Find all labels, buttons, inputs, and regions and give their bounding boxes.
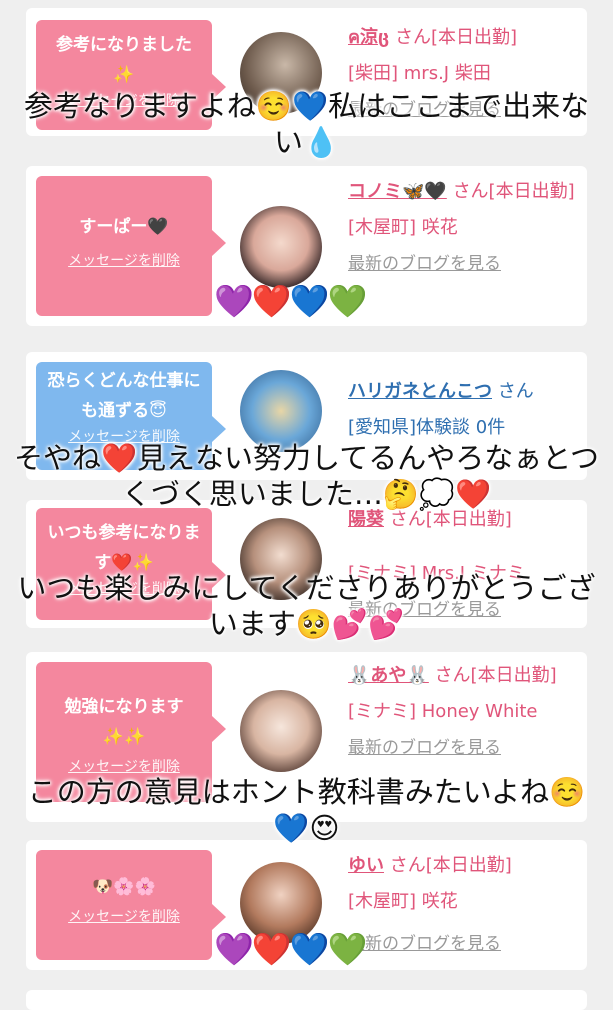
sender-name[interactable]: 🐰あや🐰 [348,665,429,686]
sender-status: さん[本日出勤] [389,509,512,530]
delete-message-link[interactable]: メッセージを削除 [44,906,204,926]
sender-name[interactable]: ค涼ც [348,27,389,48]
message-bubble: 🐶🌸🌸 メッセージを削除 [36,850,226,960]
latest-blog-link[interactable]: 最新のブログを見る [348,926,577,962]
sender-status: さん [497,381,534,402]
message-bubble: すーぱー🖤 メッセージを削除 [36,176,226,316]
delete-message-link[interactable]: メッセージを削除 [44,756,204,776]
sender-info: ゆい さん[本日出勤] [木屋町] 咲花 最新のブログを見る [348,848,577,962]
sender-status: さん[本日出勤] [394,27,518,48]
message-text: 勉強になります ✨✨ [64,697,184,747]
message-text: いつも参考になります❤️✨ [47,523,201,573]
message-text: 参考になりました ✨ [56,35,192,85]
overlay-caption: この方の意見はホント教科書みたいよね☺️💙😍 [27,775,586,845]
sender-shop: [ミナミ] Honey White [348,701,538,722]
latest-blog-link[interactable]: 最新のブログを見る [348,730,577,766]
latest-blog-link[interactable]: 最新のブログを見る [348,246,577,282]
message-card [26,990,587,1010]
sender-status: さん[本日出勤] [434,665,557,686]
emoji-hearts-row: 💜❤️💙💚 [214,282,367,320]
sender-info: 🐰あや🐰 さん[本日出勤] [ミナミ] Honey White 最新のブログを見… [348,658,577,766]
sender-info: コノミ🦋🖤 さん[本日出勤] [木屋町] 咲花 最新のブログを見る [348,174,577,282]
sender-shop: [柴田] mrs.J 柴田 [348,63,491,84]
overlay-caption: いつも楽しみにしてくださりありがとうございます🥺💕💕 [17,571,596,641]
sender-shop: [木屋町] 咲花 [348,891,458,912]
sender-info: ハリガネとんこつ さん [愛知県]体験談 0件 [348,374,577,446]
message-text: 🐶🌸🌸 [92,877,156,897]
sender-name[interactable]: 陽葵 [348,509,384,530]
message-text: 恐らくどんな仕事にも通ずる😇 [47,371,201,421]
sender-name[interactable]: ハリガネとんこつ [348,381,492,402]
message-text: すーぱー🖤 [79,217,169,237]
avatar[interactable] [240,690,322,772]
overlay-caption: 参考なりますよね☺️💙私はここまで出来ない💧 [23,89,590,159]
overlay-caption: そやね❤️見えない努力してるんやろなぁとつくづく思いました…🤔💭❤️ [13,441,600,511]
sender-status: さん[本日出勤] [389,855,512,876]
sender-shop: [木屋町] 咲花 [348,217,458,238]
sender-name[interactable]: ゆい [348,855,384,876]
delete-message-link[interactable]: メッセージを削除 [44,250,204,270]
sender-status: さん[本日出勤] [452,181,575,202]
emoji-hearts-row: 💜❤️💙💚 [214,930,367,968]
avatar[interactable] [240,206,322,288]
sender-name[interactable]: コノミ🦋🖤 [348,181,447,202]
